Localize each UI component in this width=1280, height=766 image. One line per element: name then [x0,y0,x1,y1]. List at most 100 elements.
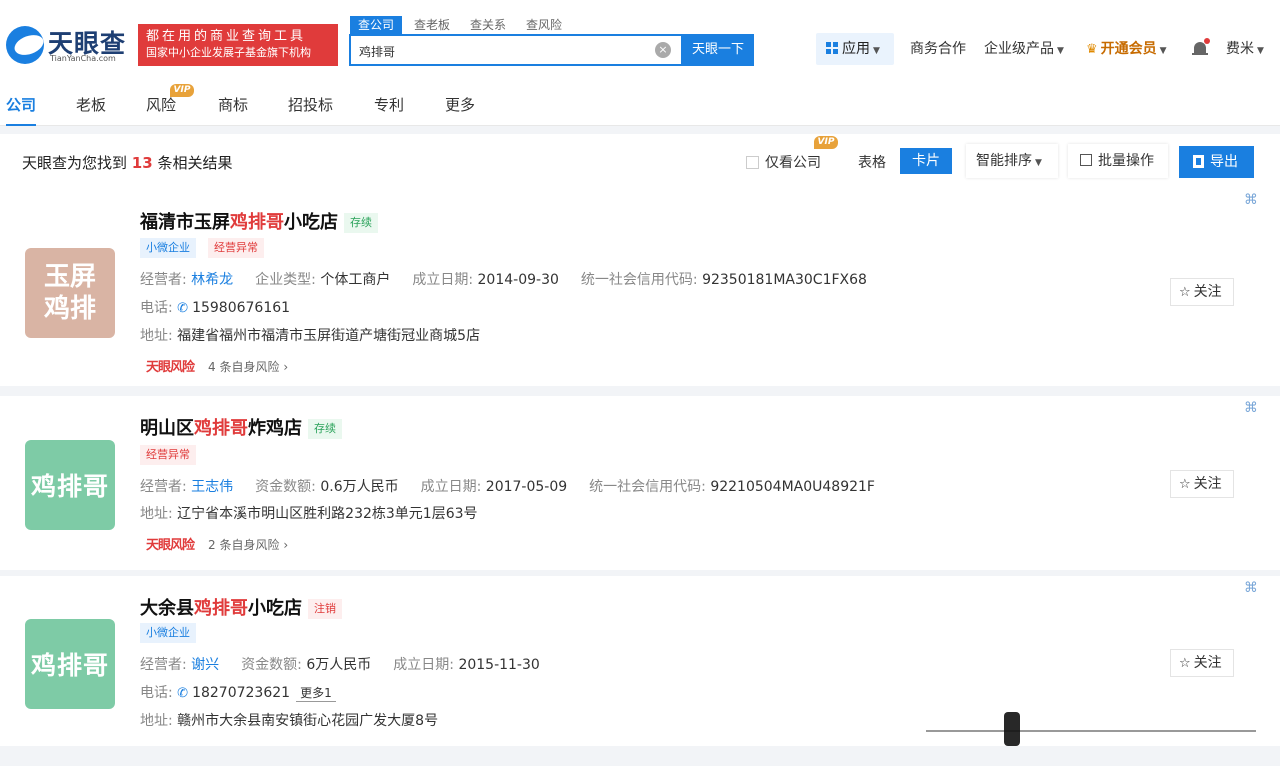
chevron-down-icon: ▼ [873,46,880,56]
top-header: 天眼查 TianYanCha.com 都在用的商业查询工具 国家中小企业发展子基… [0,0,1280,80]
tab-bidding[interactable]: 招投标 [288,94,333,126]
apps-menu-button[interactable]: 应用 ▼ [816,33,894,65]
search-tab-boss[interactable]: 查老板 [406,16,458,34]
export-button[interactable]: 导出 [1179,146,1254,178]
company-name-link[interactable]: 大余县鸡排哥小吃店 注销 [140,594,342,620]
star-icon: ☆ [1179,285,1191,300]
result-card[interactable]: 玉屏 鸡排 福清市玉屏鸡排哥小吃店 存续 小微企业 经营异常 经营者: 林希龙 企业类… [0,190,1280,386]
capital-label: 资金数额: [241,657,302,673]
operator-label: 经营者: [140,272,187,288]
address-value: 辽宁省本溪市明山区胜利路232栋3单元1层63号 [177,506,478,522]
status-badge: 存续 [308,419,342,439]
search-type-tabs: 查公司 查老板 查关系 查风险 [350,16,574,34]
address-label: 地址: [140,328,173,344]
chevron-down-icon: ▼ [1035,158,1042,168]
address-label: 地址: [140,713,173,729]
chevron-right-icon: › [283,360,289,374]
phone-label: 电话: [140,685,173,701]
follow-label: 关注 [1193,476,1222,492]
vip-label: 开通会员 [1100,41,1157,57]
result-card[interactable]: 鸡排哥 明山区鸡排哥炸鸡店 存续 经营异常 经营者: 王志伟 资金数额: 0.6万人… [0,396,1280,570]
chevron-down-icon: ▼ [1057,46,1064,56]
search-tab-company[interactable]: 查公司 [350,16,403,34]
company-name-part: 大余县 [140,598,194,619]
credit-value: 92210504MA0U48921F [710,479,875,495]
slogan-line2: 国家中小企业发展子基金旗下机构 [146,46,311,59]
risk-text: 条自身风险 [219,538,280,552]
horizontal-scrollbar[interactable] [926,712,1256,746]
chevron-right-icon: › [283,538,289,552]
tab-company[interactable]: 公司 [6,94,37,126]
company-name-link[interactable]: 福清市玉屏鸡排哥小吃店 存续 [140,208,378,234]
company-logo: 玉屏 鸡排 [25,248,115,338]
only-company-filter[interactable]: 仅看公司 [746,152,821,172]
follow-label: 关注 [1193,655,1222,671]
user-menu[interactable]: 费米 ▼ [1226,34,1264,64]
follow-button[interactable]: ☆ 关注 [1170,278,1234,306]
scrollbar-thumb[interactable] [1004,712,1020,746]
company-info-row: 经营者: 王志伟 资金数额: 0.6万人民币 成立日期: 2017-05-09 统一社… [140,476,897,496]
phone-value[interactable]: 18270723621 [192,685,290,701]
follow-label: 关注 [1193,284,1222,300]
tab-patent[interactable]: 专利 [374,94,404,126]
credit-label: 统一社会信用代码: [580,272,698,288]
search-input[interactable] [359,41,649,61]
operator-link[interactable]: 王志伟 [191,479,233,495]
phone-icon: ✆ [177,301,189,316]
search-tab-risk[interactable]: 查风险 [518,16,570,34]
operator-link[interactable]: 林希龙 [191,272,233,288]
company-name-part: 小吃店 [284,212,338,233]
clear-icon[interactable]: × [655,42,671,58]
view-table-toggle[interactable]: 表格 [858,152,886,172]
user-name: 费米 [1226,41,1254,57]
tag-abnormal: 经营异常 [208,238,264,258]
phone-label: 电话: [140,300,173,316]
bell-icon[interactable] [1192,38,1210,58]
company-info-row: 经营者: 谢兴 资金数额: 6万人民币 成立日期: 2015-11-30 [140,654,562,674]
address-value: 赣州市大余县南安镇街心花园广发大厦8号 [177,713,439,729]
company-name-link[interactable]: 明山区鸡排哥炸鸡店 存续 [140,414,342,440]
apps-label: 应用 [842,41,870,57]
batch-operation-button[interactable]: 批量操作 [1068,144,1168,178]
checkbox-icon [1080,154,1092,166]
logo-domain: TianYanCha.com [50,54,116,63]
tab-more[interactable]: 更多 [445,94,475,126]
vip-badge: VIP [170,84,194,97]
follow-button[interactable]: ☆ 关注 [1170,649,1234,677]
tab-risk[interactable]: 风险 [146,94,176,126]
risk-link[interactable]: 天眼风险 4 条自身风险 › [146,356,288,375]
tianyancha-logo[interactable]: 天眼查 TianYanCha.com [6,24,136,68]
capital-value: 0.6万人民币 [320,479,399,495]
risk-count: 4 [208,360,216,374]
risk-count: 2 [208,538,216,552]
address-row: 地址: 辽宁省本溪市明山区胜利路232栋3单元1层63号 [140,503,478,523]
tab-boss[interactable]: 老板 [76,94,106,126]
credit-label: 统一社会信用代码: [589,479,706,495]
corner-pattern-icon: ⌘ [1244,192,1258,208]
checkbox[interactable] [746,156,759,169]
sort-dropdown[interactable]: 智能排序 ▼ [966,144,1058,178]
date-label: 成立日期: [420,479,482,495]
operator-link[interactable]: 谢兴 [191,657,219,673]
company-logo-text: 鸡排哥 [30,651,109,680]
enterprise-menu[interactable]: 企业级产品 ▼ [984,34,1064,64]
search-button[interactable]: 天眼一下 [682,34,754,66]
tab-trademark[interactable]: 商标 [218,94,248,126]
follow-button[interactable]: ☆ 关注 [1170,470,1234,498]
type-label: 企业类型: [255,272,316,288]
company-logo-text: 鸡排哥 [30,472,109,501]
search-tab-relation[interactable]: 查关系 [462,16,514,34]
credit-value: 92350181MA30C1FX68 [702,272,867,288]
more-phones-button[interactable]: 更多1 [296,684,336,702]
business-link[interactable]: 商务合作 [910,34,966,64]
risk-link[interactable]: 天眼风险 2 条自身风险 › [146,534,288,553]
phone-value[interactable]: 15980676161 [192,300,290,316]
vip-menu[interactable]: ♛ 开通会员 ▼ [1086,34,1167,64]
address-row: 地址: 福建省福州市福清市玉屏街道产塘街冠业商城5店 [140,325,480,345]
view-card-toggle[interactable]: 卡片 [900,148,952,174]
search-box: × [349,34,683,66]
status-badge: 存续 [344,213,378,233]
only-company-label: 仅看公司 [765,155,821,171]
slogan-banner: 都在用的商业查询工具 国家中小企业发展子基金旗下机构 [138,24,338,66]
date-value: 2014-09-30 [477,272,559,288]
